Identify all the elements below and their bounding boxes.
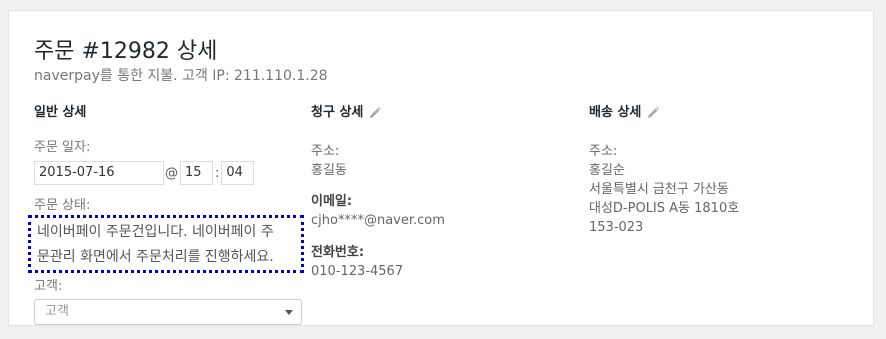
page-title: 주문 #12982 상세 (34, 39, 218, 64)
shipping-address-line: 홍길순 (589, 163, 625, 178)
billing-details-section: 청구 상세 주소: 홍길동 이메일: cjho****@naver.com 전화… (311, 103, 571, 279)
billing-heading: 청구 상세 (311, 103, 571, 123)
billing-phone-block: 전화번호: 010-123-4567 (311, 244, 403, 281)
chevron-down-icon (285, 310, 293, 315)
shipping-address-line: 153-023 (589, 220, 644, 235)
billing-address-block: 주소: 홍길동 (311, 143, 347, 180)
shipping-address-line: 서울특별시 금천구 가산동 (589, 182, 729, 197)
customer-label: 고객: (34, 279, 63, 294)
shipping-address-block: 주소: 홍길순 서울특별시 금천구 가산동 대성D-POLIS A동 1810호… (589, 143, 739, 237)
general-details-section: 일반 상세 주문 일자: 2015-07-16 @ 15 : 04 주문 상태:… (28, 103, 304, 325)
status-notice-line: 문관리 화면에서 주문처리를 진행하세요. (37, 249, 274, 265)
order-status-notice: 네이버페이 주문건입니다. 네이버페이 주 문관리 화면에서 주문처리를 진행하… (28, 215, 304, 273)
billing-phone-label: 전화번호: (311, 245, 365, 260)
order-minute-input[interactable]: 04 (221, 161, 255, 185)
order-hour-input[interactable]: 15 (180, 161, 213, 185)
shipping-details-section: 배송 상세 주소: 홍길순 서울특별시 금천구 가산동 대성D-POLIS A동… (589, 103, 849, 235)
shipping-address-line: 대성D-POLIS A동 1810호 (589, 201, 740, 216)
billing-email-block: 이메일: cjho****@naver.com (311, 193, 445, 230)
order-date-input[interactable]: 2015-07-16 (34, 161, 164, 185)
billing-address-label: 주소: (311, 144, 340, 159)
billing-address-name: 홍길동 (311, 163, 347, 178)
order-status-label: 주문 상태: (34, 198, 91, 213)
pencil-icon[interactable] (646, 106, 660, 120)
shipping-address-label: 주소: (589, 144, 618, 159)
shipping-heading: 배송 상세 (589, 103, 849, 123)
time-colon: : (215, 165, 220, 181)
pencil-icon[interactable] (368, 106, 382, 120)
payment-info: naverpay를 통한 지불. 고객 IP: 211.110.1.28 (34, 68, 328, 84)
status-notice-line: 네이버페이 주문건입니다. 네이버페이 주 (37, 224, 274, 240)
billing-phone-value: 010-123-4567 (311, 264, 404, 279)
customer-select-placeholder: 고객 (45, 304, 69, 319)
order-details-panel: 주문 #12982 상세 naverpay를 통한 지불. 고객 IP: 211… (8, 10, 874, 326)
shipping-heading-label: 배송 상세 (589, 105, 642, 120)
billing-email-label: 이메일: (311, 194, 353, 209)
at-symbol: @ (165, 165, 178, 181)
order-date-label: 주문 일자: (34, 140, 91, 155)
general-heading: 일반 상세 (34, 105, 87, 120)
billing-heading-label: 청구 상세 (311, 105, 364, 120)
customer-select[interactable]: 고객 (34, 299, 302, 325)
billing-email-link[interactable]: cjho****@naver.com (311, 211, 445, 230)
order-date-row: 2015-07-16 @ 15 : 04 (34, 161, 255, 185)
